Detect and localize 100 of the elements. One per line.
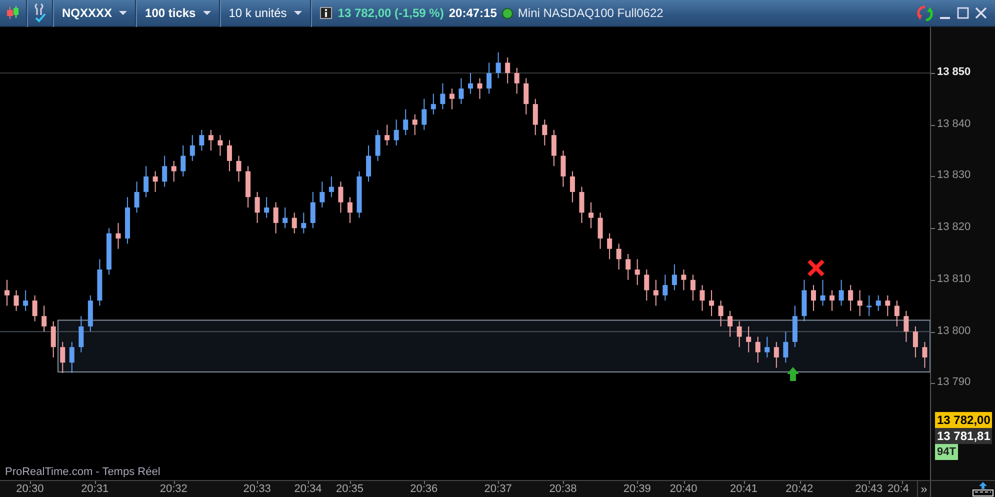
candlestick bbox=[4, 279, 10, 306]
candlestick bbox=[904, 310, 909, 342]
candlestick bbox=[885, 294, 890, 317]
candlestick bbox=[78, 316, 84, 353]
candlestick bbox=[152, 170, 158, 192]
candlestick bbox=[430, 93, 436, 115]
candlestick bbox=[320, 181, 325, 208]
candlestick bbox=[505, 57, 510, 84]
candlestick bbox=[468, 72, 473, 94]
candlestick bbox=[634, 258, 640, 286]
candlestick bbox=[848, 284, 854, 312]
candlestick bbox=[301, 212, 306, 234]
maximize-icon[interactable] bbox=[957, 7, 969, 19]
candlestick bbox=[440, 82, 446, 110]
scroll-button[interactable]: » bbox=[917, 481, 930, 497]
time-axis-label: 20:35 bbox=[336, 483, 364, 495]
candlestick bbox=[310, 191, 316, 229]
candlestick bbox=[524, 78, 529, 115]
instrument-dropdown[interactable]: NQXXXX bbox=[54, 0, 136, 26]
price-tag: 13 782,00 bbox=[935, 412, 992, 428]
candlestick bbox=[190, 134, 195, 162]
candlestick bbox=[218, 134, 223, 156]
quote-time: 20:47:15 bbox=[448, 6, 498, 20]
candlestick bbox=[690, 274, 696, 302]
candlestick bbox=[764, 336, 770, 358]
source-label: ProRealTime.com - Temps Réel bbox=[5, 466, 160, 478]
candlestick bbox=[894, 300, 900, 327]
quote-change: 13 782,00 (-1,59 %) bbox=[336, 6, 444, 20]
candlestick bbox=[477, 78, 482, 100]
caret-icon bbox=[294, 11, 302, 15]
time-axis-label: 20:30 bbox=[16, 483, 44, 495]
time-axis-label: 20:39 bbox=[623, 483, 651, 495]
candlestick bbox=[588, 202, 594, 229]
sync-icon[interactable] bbox=[917, 4, 933, 22]
candlestick bbox=[598, 212, 603, 250]
candlestick bbox=[347, 196, 352, 224]
price-axis-label: 13 810 bbox=[937, 272, 971, 285]
upload-icon[interactable] bbox=[971, 481, 995, 497]
candlestick bbox=[264, 196, 270, 218]
candlestick bbox=[681, 269, 686, 291]
candlestick bbox=[403, 108, 408, 136]
time-axis-label: 20:33 bbox=[243, 483, 271, 495]
candlestick bbox=[857, 290, 862, 317]
candlestick bbox=[338, 181, 344, 214]
candlestick bbox=[69, 341, 74, 374]
price-tag: 13 781,81 bbox=[935, 428, 992, 444]
candlestick bbox=[922, 341, 928, 368]
candlestick bbox=[866, 294, 872, 317]
caret-icon bbox=[202, 11, 211, 15]
candlestick bbox=[700, 284, 705, 312]
candlestick bbox=[810, 284, 816, 312]
candlestick bbox=[838, 279, 844, 306]
candlestick bbox=[876, 294, 881, 312]
time-axis-label: 20:43 bbox=[855, 483, 883, 495]
candlestick bbox=[449, 88, 454, 110]
candlestick bbox=[254, 191, 260, 224]
candlestick bbox=[14, 290, 19, 312]
candlestick bbox=[607, 232, 612, 260]
candlestick bbox=[746, 326, 752, 353]
info-icon[interactable] bbox=[320, 7, 332, 19]
price-axis-label: 13 820 bbox=[937, 221, 971, 234]
candlestick bbox=[208, 129, 214, 152]
tool-check-icon[interactable] bbox=[33, 3, 47, 23]
candlestick bbox=[23, 290, 28, 312]
candlestick bbox=[496, 52, 501, 79]
candlestick bbox=[375, 129, 380, 162]
candlestick bbox=[134, 181, 140, 214]
caret-icon bbox=[119, 11, 128, 15]
time-axis-label: 20:31 bbox=[81, 483, 109, 495]
candlestick bbox=[144, 166, 149, 198]
candlestick-icon[interactable] bbox=[5, 5, 21, 21]
candlestick bbox=[579, 186, 584, 224]
candlestick bbox=[912, 326, 918, 358]
instrument-name: Mini NASDAQ100 Full0622 bbox=[516, 6, 664, 20]
candlestick bbox=[570, 170, 575, 203]
candlestick bbox=[422, 98, 427, 130]
candlestick bbox=[662, 274, 668, 302]
candlestick bbox=[412, 114, 418, 136]
candlestick bbox=[292, 212, 297, 234]
up-arrow-icon bbox=[787, 367, 799, 381]
candlestick bbox=[774, 341, 779, 368]
candlestick bbox=[672, 264, 677, 291]
candlestick bbox=[282, 206, 288, 229]
candlestick bbox=[551, 129, 556, 167]
candlestick bbox=[394, 119, 399, 146]
close-icon[interactable] bbox=[975, 7, 987, 19]
candlestick bbox=[273, 202, 278, 234]
units-dropdown[interactable]: 10 k unités bbox=[220, 0, 310, 26]
period-dropdown[interactable]: 100 ticks bbox=[137, 0, 219, 26]
candlestick bbox=[542, 119, 548, 146]
candlestick bbox=[366, 144, 372, 182]
candlestick bbox=[171, 160, 176, 182]
candlestick bbox=[199, 129, 204, 152]
time-axis-label: 20:32 bbox=[160, 483, 188, 495]
time-axis-label: 20:37 bbox=[484, 483, 512, 495]
time-axis-label: 20:41 bbox=[730, 483, 758, 495]
candlestick bbox=[653, 279, 658, 306]
candlestick bbox=[728, 310, 733, 338]
time-axis-label: 20:40 bbox=[670, 483, 698, 495]
time-axis-label: 20:4 bbox=[888, 483, 909, 495]
